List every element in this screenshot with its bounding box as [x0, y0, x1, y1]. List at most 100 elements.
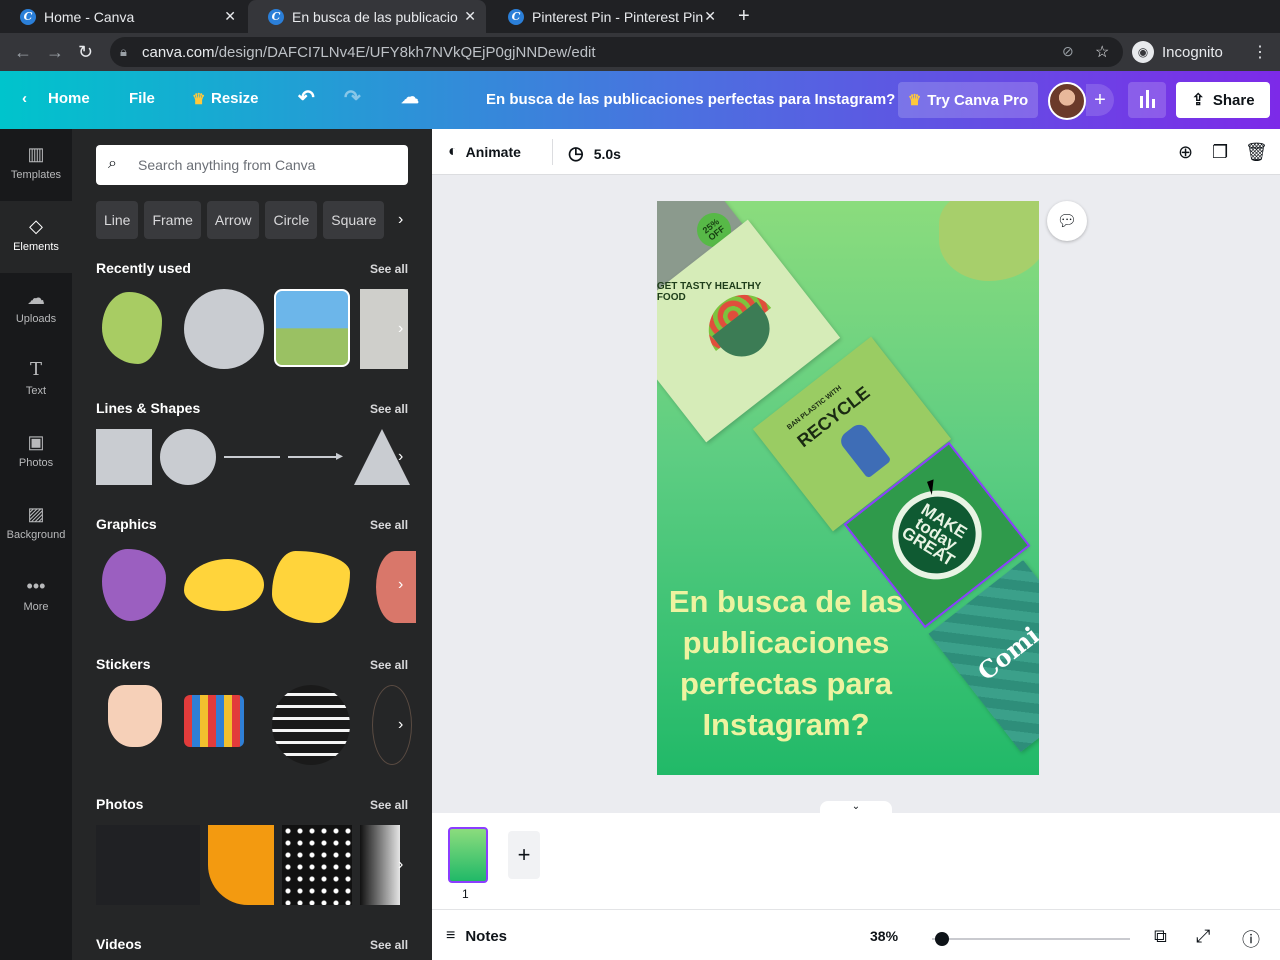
weekend-sticker[interactable] — [272, 685, 350, 765]
undo-icon[interactable]: ↶ — [298, 85, 315, 110]
add-page-button[interactable]: + — [508, 831, 540, 879]
add-comment-button[interactable]: 💬︎ — [1047, 201, 1087, 241]
trash-icon[interactable]: 🗑︎ — [1245, 142, 1268, 163]
new-tab-icon[interactable]: + — [738, 5, 750, 28]
rail-label: Photos — [18, 457, 54, 469]
star-icon[interactable]: ☆ — [1095, 42, 1109, 62]
see-all-link[interactable]: See all — [370, 262, 408, 276]
photo-thumbnail[interactable] — [208, 825, 274, 905]
incognito-indicator[interactable]: ◉ Incognito — [1132, 41, 1223, 63]
home-button[interactable]: Home — [48, 90, 90, 107]
close-icon[interactable]: ✕ — [224, 8, 236, 25]
browser-menu-icon[interactable]: ⋮ — [1252, 42, 1268, 62]
arrow-shape[interactable] — [288, 456, 340, 458]
rail-item-background[interactable]: ▨ Background — [0, 489, 72, 561]
chevron-right-icon[interactable]: › — [398, 576, 403, 594]
photo-thumbnail[interactable] — [282, 825, 352, 905]
peace-sticker[interactable] — [108, 685, 162, 747]
chevron-right-icon[interactable]: › — [398, 448, 403, 466]
page-thumbnail[interactable] — [448, 827, 488, 883]
chip-frame[interactable]: Frame — [144, 201, 201, 239]
landscape-image-thumbnail[interactable] — [274, 289, 350, 367]
avatar[interactable] — [1048, 82, 1086, 120]
rail-item-templates[interactable]: ▥ Templates — [0, 129, 72, 201]
chevron-left-icon[interactable]: ‹ — [22, 90, 27, 107]
elements-icon: ◇ — [29, 216, 43, 236]
canvas-headline[interactable]: En busca de las publicaciones perfectas … — [657, 581, 915, 745]
rail-item-uploads[interactable]: ☁ Uploads — [0, 273, 72, 345]
notes-label: Notes — [465, 927, 508, 945]
duplicate-page-icon[interactable]: ❐ — [1212, 142, 1228, 163]
insights-button[interactable] — [1128, 82, 1166, 118]
close-icon[interactable]: ✕ — [464, 8, 476, 25]
blob-shape-thumbnail[interactable] — [102, 292, 162, 364]
see-all-link[interactable]: See all — [370, 518, 408, 532]
cloud-saved-icon[interactable]: ☁ — [401, 87, 419, 108]
see-all-link[interactable]: See all — [370, 658, 408, 672]
chevron-right-icon[interactable]: › — [398, 320, 403, 338]
photo-thumbnail[interactable] — [96, 825, 200, 905]
circle-shape[interactable] — [160, 429, 216, 485]
circle-shape-thumbnail[interactable] — [184, 289, 264, 369]
green-blob-shape[interactable] — [939, 201, 1039, 281]
chevron-right-icon[interactable]: › — [398, 856, 403, 874]
chip-arrow[interactable]: Arrow — [206, 201, 260, 239]
forward-icon[interactable]: → — [46, 42, 64, 63]
rail-item-elements[interactable]: ◇ Elements — [0, 201, 72, 273]
add-collaborator-button[interactable]: + — [1086, 84, 1114, 116]
design-title[interactable]: En busca de las publicaciones perfectas … — [486, 91, 895, 108]
share-icon: ⇪ — [1191, 92, 1205, 109]
search-input[interactable] — [138, 145, 398, 185]
file-menu-button[interactable]: File — [129, 90, 155, 107]
try-canva-pro-button[interactable]: ♛ Try Canva Pro — [898, 82, 1038, 118]
red-blob-graphic[interactable] — [376, 551, 416, 623]
chip-line[interactable]: Line — [96, 201, 139, 239]
close-icon[interactable]: ✕ — [704, 8, 716, 25]
redo-icon[interactable]: ↷ — [344, 85, 361, 110]
chevron-right-icon[interactable]: › — [398, 211, 403, 229]
photo-thumbnail[interactable] — [360, 825, 400, 905]
back-icon[interactable]: ← — [14, 42, 32, 63]
browser-tab-pinterest[interactable]: C Pinterest Pin - Pinterest Pin ✕ — [488, 0, 726, 33]
help-icon[interactable]: ⓘ — [1242, 926, 1260, 952]
share-button[interactable]: ⇪ Share — [1176, 82, 1270, 118]
resize-button[interactable]: Resize — [211, 90, 259, 107]
zoom-slider[interactable] — [932, 938, 1130, 940]
see-all-link[interactable]: See all — [370, 402, 408, 416]
see-all-link[interactable]: See all — [370, 798, 408, 812]
animate-label: Animate — [465, 144, 521, 160]
see-all-link[interactable]: See all — [370, 938, 408, 952]
keyword-chips: Line Frame Arrow Circle Square — [96, 201, 408, 239]
design-canvas[interactable]: 25% OFF GET TASTY HEALTHY FOOD BAN PLAST… — [657, 201, 1039, 775]
page-count-icon[interactable]: ⧉ — [1154, 926, 1167, 947]
zoom-level[interactable]: 38% — [870, 928, 898, 944]
tab-title: Pinterest Pin - Pinterest Pin — [532, 8, 704, 25]
pinata-sticker[interactable] — [184, 695, 244, 747]
browser-tab-design[interactable]: C En busca de las publicacio ✕ — [248, 0, 486, 33]
notes-button[interactable]: ≡ Notes — [446, 927, 507, 945]
purple-blob-graphic[interactable] — [102, 549, 166, 621]
fullscreen-icon[interactable]: ⤢ — [1196, 926, 1210, 947]
rail-label: Background — [6, 529, 66, 541]
browser-tab-home[interactable]: C Home - Canva ✕ — [0, 0, 246, 33]
duration-button[interactable]: ◷ 5.0s — [568, 143, 621, 164]
add-page-icon[interactable]: ⊕ — [1178, 142, 1193, 163]
reload-icon[interactable]: ↻ — [78, 42, 93, 63]
chevron-right-icon[interactable]: › — [398, 716, 403, 734]
rail-item-text[interactable]: T Text — [0, 345, 72, 417]
chip-square[interactable]: Square — [323, 201, 385, 239]
zoom-slider-knob[interactable] — [935, 932, 949, 946]
eye-off-icon[interactable]: ⊘ — [1062, 43, 1074, 60]
face-sticker[interactable] — [372, 685, 412, 765]
url-host: canva.com — [142, 43, 215, 61]
yellow-blob-graphic[interactable] — [272, 551, 350, 623]
rail-item-more[interactable]: ••• More — [0, 561, 72, 633]
animate-button[interactable]: ◐ Animate — [448, 143, 521, 161]
yellow-blob-graphic[interactable] — [184, 559, 264, 611]
photos-icon: ▣ — [27, 432, 45, 452]
line-shape[interactable] — [224, 456, 280, 458]
chip-circle[interactable]: Circle — [265, 201, 318, 239]
rail-item-photos[interactable]: ▣ Photos — [0, 417, 72, 489]
url-field[interactable]: 🔒︎ canva.com/design/DAFCI7LNv4E/UFY8kh7N… — [110, 37, 1123, 67]
square-shape[interactable] — [96, 429, 152, 485]
